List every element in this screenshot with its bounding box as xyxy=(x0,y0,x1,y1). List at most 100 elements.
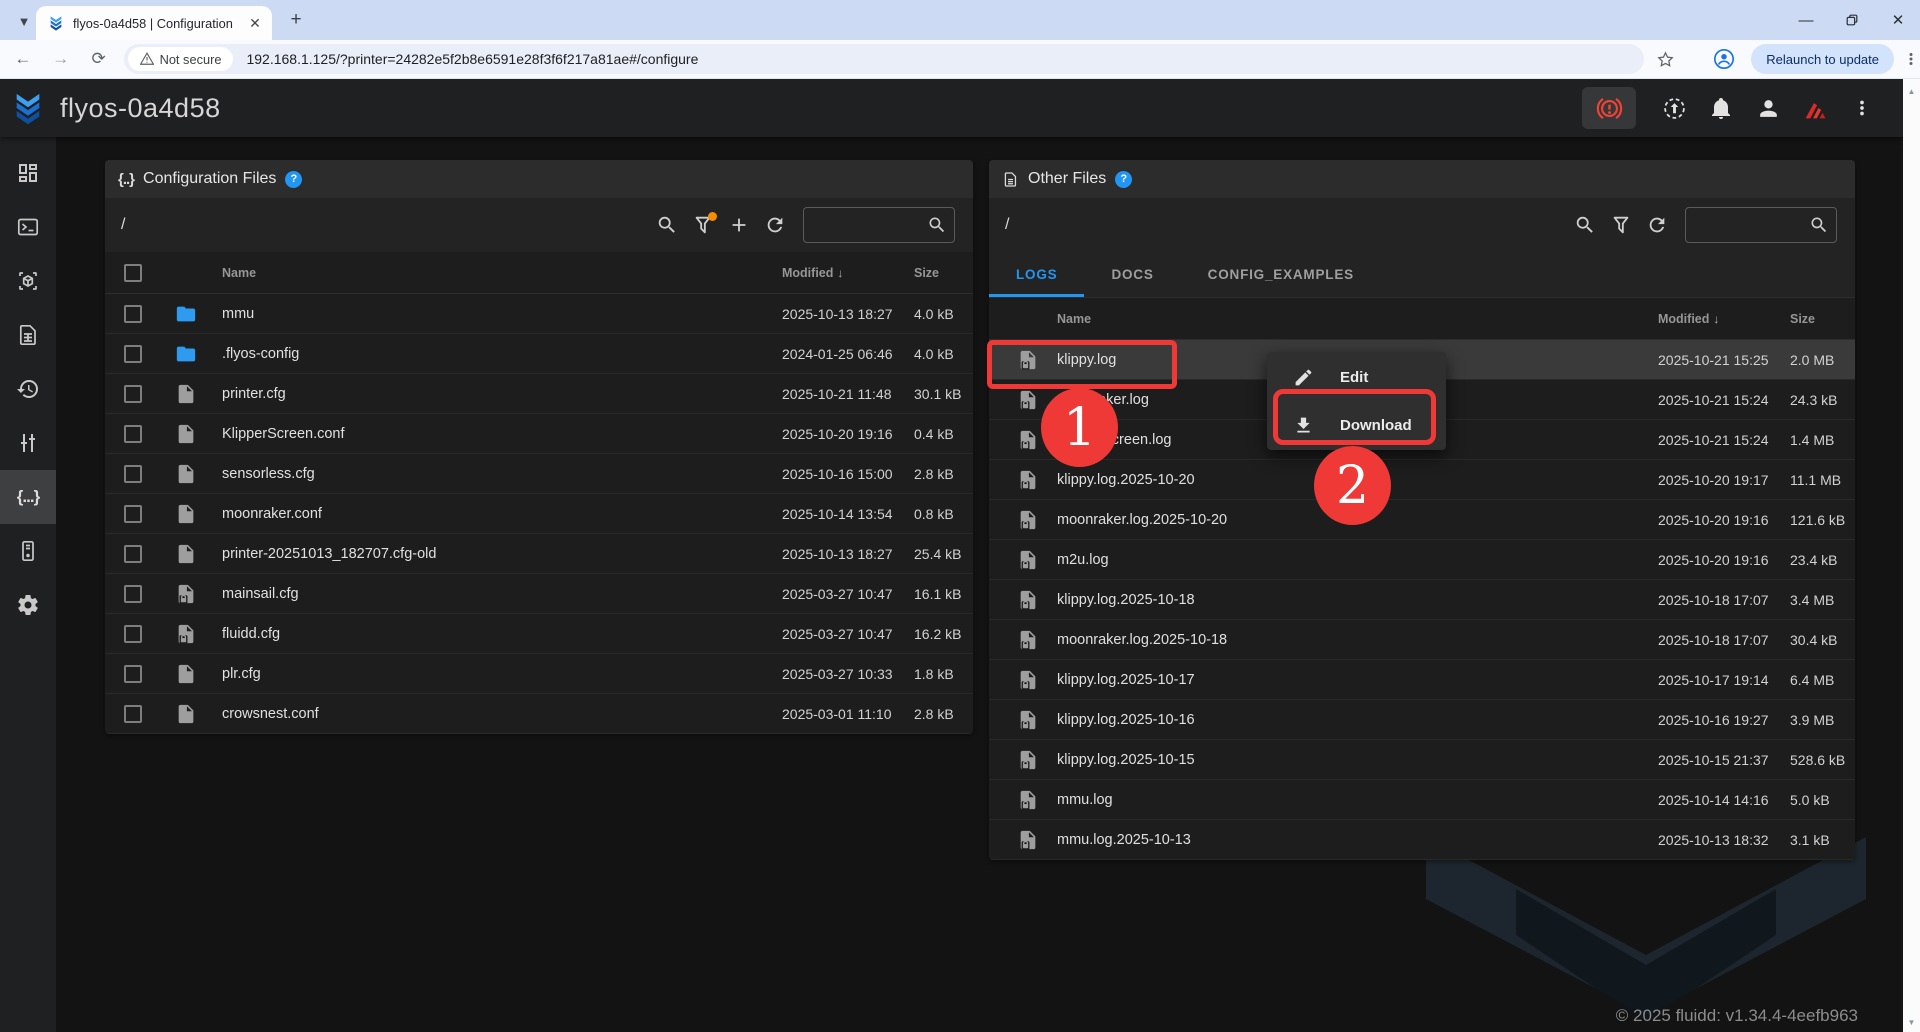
table-row[interactable]: klippy.log.2025-10-172025-10-17 19:146.4… xyxy=(989,660,1855,700)
software-updates-icon[interactable] xyxy=(1655,89,1693,127)
table-row[interactable]: moonraker.conf2025-10-14 13:540.8 kB xyxy=(105,494,973,534)
row-checkbox[interactable] xyxy=(124,425,142,443)
row-checkbox[interactable] xyxy=(124,665,142,683)
table-row[interactable]: sensorless.cfg2025-10-16 15:002.8 kB xyxy=(105,454,973,494)
fluidd-logo[interactable] xyxy=(11,91,45,125)
table-row[interactable]: printer.cfg2025-10-21 11:4830.1 kB xyxy=(105,374,973,414)
table-row[interactable]: m2u.log2025-10-20 19:1623.4 kB xyxy=(989,540,1855,580)
help-icon[interactable]: ? xyxy=(285,171,302,188)
table-row[interactable]: mmu2025-10-13 18:274.0 kB xyxy=(105,294,973,334)
search-input[interactable] xyxy=(811,217,927,233)
table-row[interactable]: .flyos-config2024-01-25 06:464.0 kB xyxy=(105,334,973,374)
back-icon[interactable]: ← xyxy=(8,44,38,74)
table-row[interactable]: mmu.log2025-10-14 14:165.0 kB xyxy=(989,780,1855,820)
file-size: 6.4 MB xyxy=(1782,672,1855,688)
table-row[interactable]: printer-20251013_182707.cfg-old2025-10-1… xyxy=(105,534,973,574)
tab-search-chevron-icon[interactable]: ▼ xyxy=(10,7,38,35)
search-input[interactable] xyxy=(1693,217,1809,233)
row-checkbox[interactable] xyxy=(124,705,142,723)
table-row[interactable]: mmu.log.2025-10-132025-10-13 18:323.1 kB xyxy=(989,820,1855,860)
column-header-modified[interactable]: Modified↓ xyxy=(774,266,906,280)
table-row[interactable]: moonraker.log.2025-10-202025-10-20 19:16… xyxy=(989,500,1855,540)
emergency-stop-button[interactable] xyxy=(1582,87,1636,129)
table-row[interactable]: fluidd.cfg2025-03-27 10:4716.2 kB xyxy=(105,614,973,654)
select-all-checkbox[interactable] xyxy=(124,264,142,282)
forward-icon[interactable]: → xyxy=(46,44,76,74)
table-row[interactable]: klippy.log.2025-10-182025-10-18 17:073.4… xyxy=(989,580,1855,620)
other-search-box[interactable] xyxy=(1685,207,1837,243)
row-checkbox[interactable] xyxy=(124,545,142,563)
user-account-icon[interactable] xyxy=(1749,89,1787,127)
sidebar-item-tune[interactable] xyxy=(0,416,56,470)
sidebar-item-system[interactable] xyxy=(0,524,56,578)
new-tab-button[interactable]: + xyxy=(284,8,308,32)
table-row[interactable]: mainsail.cfg2025-03-27 10:4716.1 kB xyxy=(105,574,973,614)
context-menu-download[interactable]: Download xyxy=(1267,401,1446,449)
table-row[interactable]: KlipperScreen.conf2025-10-20 19:160.4 kB xyxy=(105,414,973,454)
column-header-size[interactable]: Size xyxy=(906,266,973,280)
search-icon[interactable] xyxy=(1567,207,1603,243)
notifications-bell-icon[interactable] xyxy=(1702,89,1740,127)
file-modified: 2025-10-16 15:00 xyxy=(774,466,906,482)
file-name: printer.cfg xyxy=(210,386,774,402)
table-row[interactable]: moonraker.log.2025-10-182025-10-18 17:07… xyxy=(989,620,1855,660)
nav-sidebar: {...} xyxy=(0,137,56,1032)
browser-menu-dots-icon[interactable] xyxy=(1902,50,1920,68)
reload-icon[interactable]: ⟳ xyxy=(84,44,114,74)
row-checkbox[interactable] xyxy=(124,625,142,643)
refresh-icon[interactable] xyxy=(1639,207,1675,243)
table-row[interactable]: klippy.log.2025-10-162025-10-16 19:273.9… xyxy=(989,700,1855,740)
row-checkbox[interactable] xyxy=(124,505,142,523)
sidebar-item-dashboard[interactable] xyxy=(0,146,56,200)
filter-icon[interactable] xyxy=(685,207,721,243)
sidebar-item-settings[interactable] xyxy=(0,578,56,632)
panel-title: Configuration Files xyxy=(143,170,276,188)
table-row[interactable]: klippy.log.2025-10-152025-10-15 21:37528… xyxy=(989,740,1855,780)
column-header-size[interactable]: Size xyxy=(1782,312,1855,326)
app-menu-dots-icon[interactable] xyxy=(1843,89,1881,127)
tab-logs[interactable]: LOGS xyxy=(989,252,1084,297)
table-row[interactable]: plr.cfg2025-03-27 10:331.8 kB xyxy=(105,654,973,694)
scroll-down-icon[interactable]: ▼ xyxy=(1903,1014,1920,1030)
sidebar-item-gcode-preview[interactable] xyxy=(0,254,56,308)
config-search-box[interactable] xyxy=(803,207,955,243)
browser-tab[interactable]: flyos-0a4d58 | Configuration ✕ xyxy=(36,6,272,40)
add-file-icon[interactable] xyxy=(721,207,757,243)
refresh-icon[interactable] xyxy=(757,207,793,243)
tab-docs[interactable]: DOCS xyxy=(1084,252,1180,297)
row-checkbox[interactable] xyxy=(124,305,142,323)
column-header-name[interactable]: Name xyxy=(1053,312,1650,326)
config-toolbar: / xyxy=(105,198,973,252)
sidebar-item-history[interactable] xyxy=(0,362,56,416)
file-lock-icon xyxy=(989,749,1053,771)
table-row[interactable]: crowsnest.conf2025-03-01 11:102.8 kB xyxy=(105,694,973,734)
column-header-modified[interactable]: Modified↓ xyxy=(1650,312,1782,326)
security-chip[interactable]: Not secure xyxy=(128,47,234,71)
row-checkbox[interactable] xyxy=(124,385,142,403)
relaunch-update-button[interactable]: Relaunch to update xyxy=(1751,44,1894,74)
window-minimize-button[interactable]: — xyxy=(1798,12,1814,28)
page-scrollbar[interactable]: ▲ ▼ xyxy=(1903,79,1920,1032)
tab-config-examples[interactable]: CONFIG_EXAMPLES xyxy=(1181,252,1381,297)
url-bar[interactable]: Not secure 192.168.1.125/?printer=24282e… xyxy=(124,44,1645,74)
tab-close-icon[interactable]: ✕ xyxy=(246,14,264,32)
context-menu-edit[interactable]: Edit xyxy=(1267,353,1446,401)
window-close-button[interactable]: ✕ xyxy=(1890,12,1906,28)
sidebar-item-console[interactable] xyxy=(0,200,56,254)
window-restore-button[interactable] xyxy=(1844,12,1860,28)
klipper-brand-logo[interactable] xyxy=(1796,89,1834,127)
file-modified: 2025-03-27 10:33 xyxy=(774,666,906,682)
search-icon[interactable] xyxy=(649,207,685,243)
bookmark-star-icon[interactable] xyxy=(1656,50,1675,69)
help-icon[interactable]: ? xyxy=(1115,171,1132,188)
row-checkbox[interactable] xyxy=(124,585,142,603)
row-checkbox[interactable] xyxy=(124,345,142,363)
column-header-name[interactable]: Name xyxy=(210,266,774,280)
profile-avatar-icon[interactable] xyxy=(1713,48,1735,70)
table-row[interactable]: klippy.log.2025-10-202025-10-20 19:1711.… xyxy=(989,460,1855,500)
scroll-up-icon[interactable]: ▲ xyxy=(1903,83,1920,99)
row-checkbox[interactable] xyxy=(124,465,142,483)
filter-icon[interactable] xyxy=(1603,207,1639,243)
sidebar-item-configuration[interactable]: {...} xyxy=(0,470,56,524)
sidebar-item-jobs[interactable] xyxy=(0,308,56,362)
